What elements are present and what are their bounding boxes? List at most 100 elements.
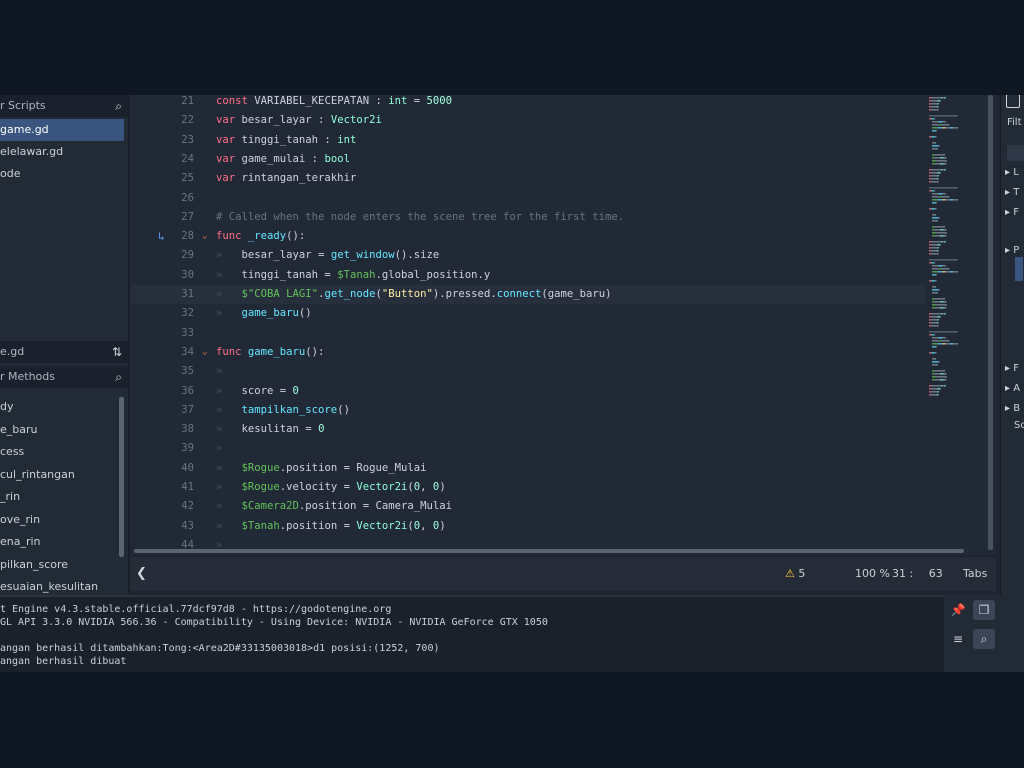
- method-item[interactable]: dy: [0, 396, 118, 418]
- editor-vertical-scrollbar[interactable]: [988, 95, 993, 550]
- code-line[interactable]: 31 » $"COBA LAGI".get_node("Button").pres…: [130, 285, 925, 305]
- output-line: angan berhasil dibuat: [0, 656, 127, 667]
- inspector-section[interactable]: ▸ L: [1005, 167, 1019, 178]
- line-number[interactable]: 39: [130, 439, 194, 458]
- inspector-selected-row[interactable]: [1015, 257, 1023, 281]
- code-line[interactable]: 27 # Called when the node enters the scen…: [130, 208, 925, 227]
- code-line[interactable]: 34 ⌄ func game_baru():: [130, 343, 925, 362]
- indent-mode[interactable]: Tabs: [963, 557, 987, 591]
- minimap-stroke: [931, 136, 936, 138]
- inspector-section[interactable]: ▸ F: [1005, 207, 1019, 218]
- code-line[interactable]: 23 var tinggi_tanah : int: [130, 131, 925, 150]
- minimap-stroke: [934, 229, 941, 231]
- minimap-stroke: [929, 280, 932, 282]
- script-item-elelawar[interactable]: elelawar.gd: [0, 141, 124, 163]
- sort-icon[interactable]: ⇅: [112, 341, 122, 363]
- script-item-game[interactable]: game.gd: [0, 119, 124, 141]
- line-number[interactable]: 32: [130, 304, 194, 323]
- methods-filter-placeholder: r Methods: [0, 370, 56, 383]
- line-number[interactable]: 33: [130, 324, 194, 343]
- copy-icon[interactable]: ❐: [973, 600, 995, 620]
- line-number[interactable]: 29: [130, 246, 194, 265]
- line-number[interactable]: 40: [130, 459, 194, 478]
- filter-icon[interactable]: ≡: [947, 629, 969, 649]
- code-token: VARIABEL_KECEPATAN :: [254, 95, 389, 107]
- code-line[interactable]: 40 » $Rogue.position = Rogue_Mulai: [130, 459, 925, 478]
- minimap-stroke: [937, 244, 941, 246]
- code-line[interactable]: 24 var game_mulai : bool: [130, 150, 925, 169]
- script-item-node[interactable]: ode: [0, 163, 124, 185]
- method-item[interactable]: cess: [0, 441, 118, 463]
- editor-horizontal-scrollbar[interactable]: [134, 549, 964, 553]
- line-number[interactable]: 25: [130, 169, 194, 188]
- code-line[interactable]: 35 »: [130, 362, 925, 381]
- code-line[interactable]: 22 var besar_layar : Vector2i: [130, 111, 925, 130]
- minimap-stroke: [941, 97, 943, 99]
- line-number[interactable]: 35: [130, 362, 194, 381]
- code-line[interactable]: 36 » score = 0: [130, 382, 925, 401]
- inspector-section[interactable]: ▸ T: [1005, 187, 1019, 198]
- line-number[interactable]: 43: [130, 517, 194, 536]
- fold-arrow-icon[interactable]: ⌄: [202, 227, 207, 246]
- pin-icon[interactable]: 📌: [947, 600, 969, 620]
- scripts-filter[interactable]: r Scripts ⌕: [0, 95, 128, 117]
- methods-scrollbar[interactable]: [119, 397, 124, 557]
- inspector-section[interactable]: ▸ F: [1005, 363, 1019, 374]
- code-line[interactable]: 28 ↳ ⌄ func _ready():: [130, 227, 925, 246]
- line-number[interactable]: 42: [130, 497, 194, 516]
- line-number[interactable]: 38: [130, 420, 194, 439]
- line-number[interactable]: 22: [130, 111, 194, 130]
- minimap-stroke: [943, 241, 946, 243]
- minimap-stroke: [932, 145, 939, 147]
- warnings-indicator[interactable]: ⚠ 5: [785, 557, 805, 591]
- code-token: ():: [286, 230, 306, 243]
- inspector-field[interactable]: [1007, 145, 1024, 161]
- zoom-level[interactable]: 100 %: [855, 557, 890, 591]
- code-line[interactable]: 42 » $Camera2D.position = Camera_Mulai: [130, 497, 925, 516]
- search-icon[interactable]: ⌕: [973, 629, 995, 649]
- methods-filter[interactable]: r Methods ⌕: [0, 366, 128, 388]
- line-number[interactable]: 27: [130, 208, 194, 227]
- inspector-filter[interactable]: Filt: [1007, 117, 1022, 128]
- code-line[interactable]: 43 » $Tanah.position = Vector2i(0, 0): [130, 517, 925, 536]
- line-number[interactable]: 34: [130, 343, 194, 362]
- code-line[interactable]: 26: [130, 189, 925, 208]
- line-number[interactable]: 31: [130, 285, 194, 304]
- code-line[interactable]: 25 var rintangan_terakhir: [130, 169, 925, 188]
- cursor-separator: :: [909, 567, 914, 580]
- chevron-left-icon[interactable]: ❮: [136, 557, 147, 591]
- method-item[interactable]: cul_rintangan: [0, 464, 118, 486]
- code-line[interactable]: 33: [130, 324, 925, 343]
- method-item[interactable]: pilkan_score: [0, 554, 118, 576]
- line-number[interactable]: 30: [130, 266, 194, 285]
- code-line[interactable]: 38 » kesulitan = 0: [130, 420, 925, 439]
- line-number[interactable]: 23: [130, 131, 194, 150]
- inspector-section[interactable]: ▸ B: [1005, 403, 1020, 414]
- minimap[interactable]: [925, 95, 985, 555]
- code-line[interactable]: 39 »: [130, 439, 925, 458]
- code-line[interactable]: 37 » tampilkan_score(): [130, 401, 925, 420]
- method-item[interactable]: _rin: [0, 486, 118, 508]
- line-number[interactable]: 26: [130, 189, 194, 208]
- fold-arrow-icon[interactable]: ⌄: [202, 343, 207, 362]
- line-number[interactable]: 36: [130, 382, 194, 401]
- line-number[interactable]: 37: [130, 401, 194, 420]
- inspector-section[interactable]: ▸ P: [1005, 245, 1019, 256]
- line-number[interactable]: 21: [130, 95, 194, 111]
- line-number[interactable]: 24: [130, 150, 194, 169]
- line-number[interactable]: 41: [130, 478, 194, 497]
- minimap-stroke: [930, 394, 937, 396]
- method-item[interactable]: e_baru: [0, 419, 118, 441]
- breakpoint-connection-icon[interactable]: ↳: [158, 227, 165, 246]
- minimap-stroke: [932, 124, 939, 126]
- code-editor[interactable]: 21 const VARIABEL_KECEPATAN : int = 5000 2…: [130, 95, 996, 555]
- code-line[interactable]: 30 » tinggi_tanah = $Tanah.global_positio…: [130, 266, 925, 285]
- code-line[interactable]: 29 » besar_layar = get_window().size: [130, 246, 925, 265]
- inspector-section[interactable]: ▸ A: [1005, 383, 1020, 394]
- method-item[interactable]: ove_rin: [0, 509, 118, 531]
- method-item[interactable]: ena_rin: [0, 531, 118, 553]
- edit-icon[interactable]: [1006, 95, 1020, 108]
- code-line[interactable]: 21 const VARIABEL_KECEPATAN : int = 5000: [130, 95, 925, 111]
- code-line[interactable]: 32 » game_baru(): [130, 304, 925, 323]
- code-line[interactable]: 41 » $Rogue.velocity = Vector2i(0, 0): [130, 478, 925, 497]
